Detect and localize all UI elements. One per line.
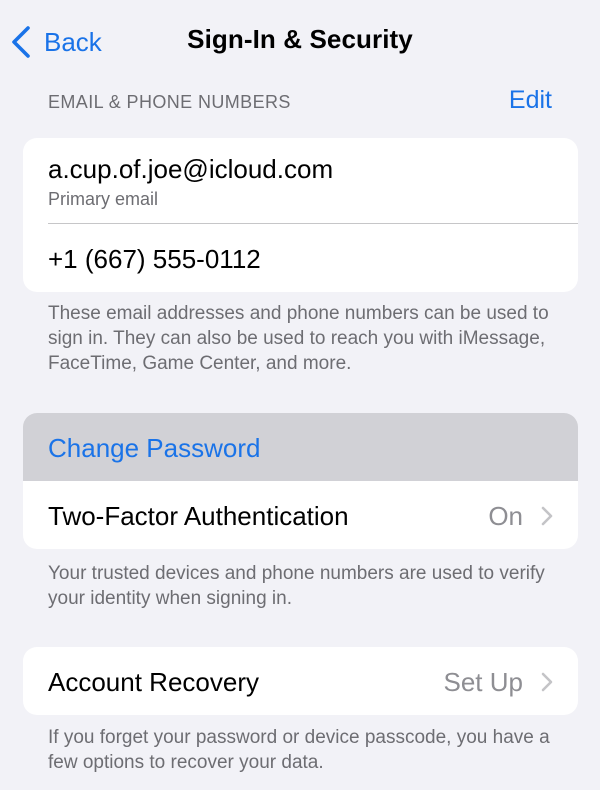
email-address: a.cup.of.joe@icloud.com: [48, 154, 334, 184]
navigation-bar: Back Sign-In & Security: [0, 0, 600, 82]
chevron-right-icon: [541, 506, 553, 526]
phone-number: +1 (667) 555-0112: [48, 244, 261, 274]
account-recovery-footnote: If you forget your password or device pa…: [48, 727, 550, 773]
email-phone-footnote: These email addresses and phone numbers …: [48, 303, 549, 374]
chevron-right-icon: [541, 672, 553, 692]
account-recovery-label: Account Recovery: [48, 667, 259, 697]
list-item-primary-email[interactable]: a.cup.of.joe@icloud.com Primary email: [23, 138, 578, 223]
two-factor-label: Two-Factor Authentication: [48, 501, 349, 531]
account-recovery-row[interactable]: Account Recovery Set Up: [23, 647, 578, 715]
edit-button[interactable]: Edit: [509, 86, 552, 115]
two-factor-footnote: Your trusted devices and phone numbers a…: [48, 563, 545, 609]
two-factor-status: On: [488, 501, 523, 531]
account-recovery-card: Account Recovery Set Up: [23, 647, 578, 715]
section-header-email-phone: EMAIL & PHONE NUMBERS: [48, 92, 291, 112]
change-password-label: Change Password: [48, 433, 261, 463]
two-factor-authentication-row[interactable]: Two-Factor Authentication On: [23, 481, 578, 549]
email-phone-card: a.cup.of.joe@icloud.com Primary email +1…: [23, 138, 578, 292]
change-password-button[interactable]: Change Password: [23, 413, 578, 481]
email-caption: Primary email: [48, 189, 159, 209]
password-security-card: Change Password Two-Factor Authenticatio…: [23, 413, 578, 549]
account-recovery-status: Set Up: [443, 667, 524, 697]
list-item-phone-number[interactable]: +1 (667) 555-0112: [23, 224, 578, 292]
page-title: Sign-In & Security: [187, 24, 413, 54]
